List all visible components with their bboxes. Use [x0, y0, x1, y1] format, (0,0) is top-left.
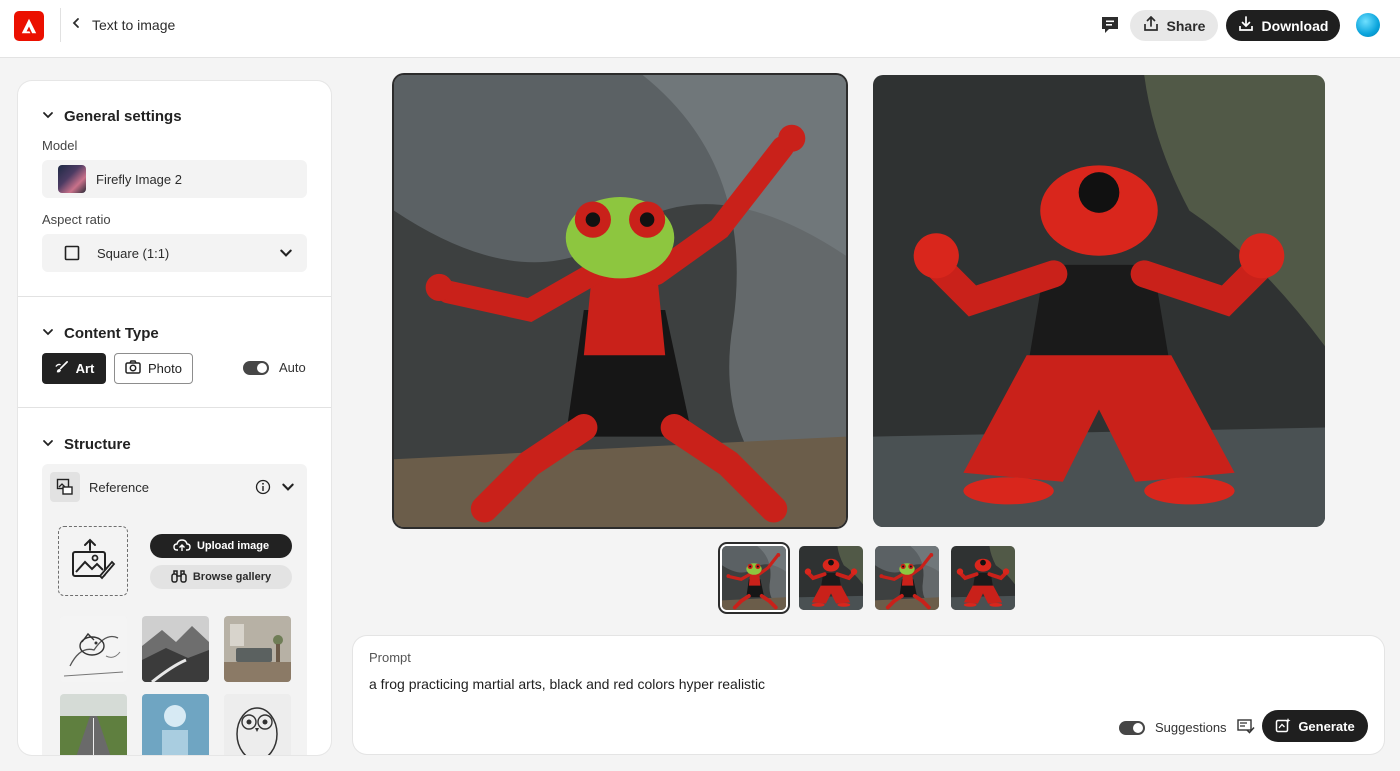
generate-icon — [1275, 717, 1291, 736]
adobe-logo-icon[interactable] — [14, 11, 44, 41]
back-button[interactable]: Text to image — [70, 12, 175, 38]
image-upload-icon — [70, 538, 116, 585]
chevron-down-icon — [279, 246, 293, 263]
app-header: Text to image Share Download — [0, 0, 1400, 58]
upload-image-button[interactable]: Upload image — [150, 534, 292, 558]
generate-button[interactable]: Generate — [1262, 710, 1368, 742]
chevron-down-icon — [42, 108, 54, 125]
model-thumbnail — [58, 165, 86, 193]
section-divider — [18, 296, 331, 297]
chevron-left-icon — [70, 16, 82, 34]
browse-gallery-label: Browse gallery — [192, 571, 272, 583]
page-title: Text to image — [92, 17, 176, 33]
generate-label: Generate — [1298, 718, 1355, 734]
suggestions-toggle[interactable]: Suggestions — [1119, 718, 1255, 737]
content-type-heading: Content Type — [64, 325, 159, 342]
binoculars-icon — [171, 569, 187, 586]
share-label: Share — [1166, 17, 1206, 34]
structure-heading: Structure — [64, 436, 131, 453]
square-icon — [64, 245, 80, 261]
reference-thumbnail-living-room[interactable] — [224, 616, 291, 682]
reference-thumbnail-bird-sketch[interactable] — [60, 616, 127, 682]
reference-image-icon — [50, 472, 80, 502]
auto-label: Auto — [279, 360, 306, 375]
art-label: Art — [75, 361, 95, 376]
reference-box: Reference Upload image Browse gallery — [42, 464, 307, 755]
prompt-settings-icon[interactable] — [1236, 718, 1255, 737]
header-divider — [60, 8, 61, 42]
chevron-down-icon — [42, 436, 54, 453]
section-divider — [18, 407, 331, 408]
reference-thumbnail-owl-sketch[interactable] — [224, 694, 291, 755]
feedback-icon[interactable] — [1099, 15, 1121, 35]
art-button[interactable]: Art — [42, 353, 106, 384]
prompt-label: Prompt — [369, 650, 411, 665]
generated-image-2[interactable] — [873, 75, 1325, 527]
reference-thumbnail-mountains[interactable] — [142, 616, 209, 682]
avatar[interactable] — [1356, 13, 1380, 37]
reference-thumbnail-road[interactable] — [60, 694, 127, 755]
download-icon — [1238, 16, 1254, 35]
auto-switch[interactable] — [243, 360, 269, 375]
prompt-panel: Prompt a frog practicing martial arts, b… — [353, 636, 1384, 754]
upload-image-label: Upload image — [196, 540, 270, 552]
suggestions-label: Suggestions — [1155, 720, 1227, 735]
download-label: Download — [1261, 17, 1329, 34]
camera-icon — [125, 360, 141, 377]
aspect-ratio-dropdown[interactable]: Square (1:1) — [42, 234, 307, 272]
chevron-down-icon[interactable] — [281, 480, 295, 499]
chevron-down-icon — [42, 325, 54, 342]
general-settings-heading: General settings — [64, 108, 182, 125]
generated-image-1[interactable] — [394, 75, 846, 527]
share-button[interactable]: Share — [1130, 10, 1218, 41]
model-label: Model — [42, 138, 78, 153]
reference-thumbnail-sphere[interactable] — [142, 694, 209, 755]
aspect-ratio-value: Square (1:1) — [97, 245, 170, 261]
cloud-upload-icon — [173, 538, 191, 555]
share-icon — [1143, 15, 1159, 35]
image-drop-zone[interactable] — [58, 526, 128, 596]
prompt-input[interactable]: a frog practicing martial arts, black an… — [369, 676, 765, 692]
content-type-header[interactable]: Content Type — [42, 325, 159, 342]
variation-thumbnail-1[interactable] — [722, 546, 786, 610]
auto-toggle[interactable]: Auto — [243, 360, 306, 375]
model-selector[interactable]: Firefly Image 2 — [42, 160, 307, 198]
suggestions-switch[interactable] — [1119, 720, 1145, 735]
structure-header[interactable]: Structure — [42, 436, 131, 453]
reference-header[interactable]: Reference — [50, 472, 299, 502]
browse-gallery-button[interactable]: Browse gallery — [150, 565, 292, 589]
info-icon[interactable] — [255, 479, 271, 500]
model-value: Firefly Image 2 — [96, 171, 182, 187]
variation-thumbnail-3[interactable] — [875, 546, 939, 610]
download-button[interactable]: Download — [1226, 10, 1340, 41]
variation-thumbnail-4[interactable] — [951, 546, 1015, 610]
brush-icon — [54, 360, 69, 378]
reference-label: Reference — [89, 479, 149, 495]
settings-panel: General settings Model Firefly Image 2 A… — [18, 81, 331, 755]
variation-thumbnail-2[interactable] — [799, 546, 863, 610]
photo-label: Photo — [148, 361, 182, 376]
general-settings-header[interactable]: General settings — [42, 108, 182, 125]
aspect-ratio-label: Aspect ratio — [42, 212, 111, 227]
photo-button[interactable]: Photo — [114, 353, 193, 384]
